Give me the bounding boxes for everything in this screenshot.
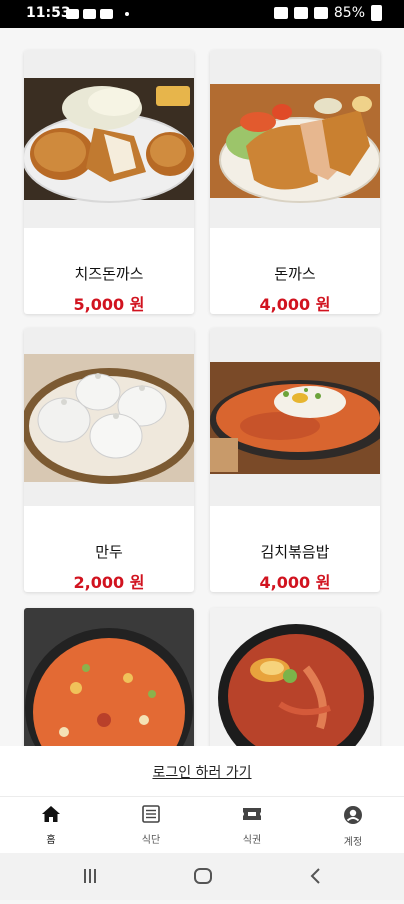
cheese-cutlet-image	[24, 78, 194, 203]
battery-icon	[371, 5, 382, 21]
nav-label: 계정	[343, 837, 363, 848]
dumpling-image	[24, 354, 194, 484]
menu-card[interactable]: 만두 2,000 원	[24, 328, 194, 592]
home-icon	[42, 806, 60, 822]
notification-icons	[66, 9, 113, 19]
more-notifications-dot-icon	[125, 12, 129, 16]
menu-grid: 치즈돈까스 5,000 원 돈까스 4,000 원 만두 2,000 원 김치볶…	[0, 28, 404, 746]
battery-percent: 85%	[333, 5, 365, 21]
bottom-navigation: 홈 식단 식권 계정	[0, 796, 404, 854]
alarm-icon	[273, 7, 288, 19]
signal-icon	[313, 7, 328, 19]
menu-item-name: 돈까스	[274, 265, 316, 283]
system-navigation-bar	[0, 853, 404, 900]
menu-item-name: 김치볶음밥	[260, 543, 330, 561]
nav-item-meal-ticket[interactable]: 식권	[222, 805, 282, 846]
nav-label: 식권	[242, 835, 262, 846]
menu-item-name: 만두	[95, 543, 123, 561]
menu-photo	[210, 608, 380, 746]
account-icon	[344, 806, 362, 824]
menu-card[interactable]	[24, 608, 194, 746]
recent-apps-icon[interactable]	[84, 869, 96, 883]
nav-item-home[interactable]: 홈	[21, 805, 81, 846]
home-button-icon[interactable]	[194, 868, 212, 884]
system-nav-icons	[84, 868, 320, 884]
menu-photo	[24, 50, 194, 228]
menu-photo	[210, 50, 380, 228]
kimchi-stew-image	[210, 608, 380, 746]
system-icons: 85%	[273, 5, 382, 21]
notification-icon	[100, 9, 113, 19]
notification-icon	[66, 9, 79, 19]
nav-label: 식단	[141, 835, 161, 846]
menu-item-price: 4,000 원	[259, 573, 331, 592]
back-icon[interactable]	[310, 868, 320, 884]
nav-label: 홈	[46, 835, 56, 846]
login-banner: 로그인 하러 가기	[0, 746, 404, 796]
menu-photo	[24, 328, 194, 506]
notification-icon	[83, 9, 96, 19]
ticket-icon	[243, 808, 261, 820]
menu-card[interactable]: 치즈돈까스 5,000 원	[24, 50, 194, 314]
menu-item-name: 치즈돈까스	[74, 265, 144, 283]
status-time: 11:53	[26, 5, 71, 21]
menu-item-price: 5,000 원	[73, 295, 145, 314]
wifi-icon	[293, 7, 308, 19]
menu-photo	[210, 328, 380, 506]
menu-photo	[24, 608, 194, 746]
nav-item-meal-plan[interactable]: 식단	[121, 805, 181, 846]
nav-item-account[interactable]: 계정	[323, 805, 383, 848]
menu-card[interactable]	[210, 608, 380, 746]
status-bar: 11:53 85%	[0, 0, 404, 28]
menu-item-price: 4,000 원	[259, 295, 331, 314]
go-to-login-link[interactable]: 로그인 하러 가기	[0, 762, 404, 782]
pork-cutlet-image	[210, 84, 380, 203]
menu-list-icon	[142, 805, 160, 823]
kimchi-fried-rice-image	[210, 362, 380, 474]
menu-card[interactable]: 김치볶음밥 4,000 원	[210, 328, 380, 592]
menu-item-price: 2,000 원	[73, 573, 145, 592]
kimchi-pancake-image	[24, 608, 194, 746]
menu-card[interactable]: 돈까스 4,000 원	[210, 50, 380, 314]
